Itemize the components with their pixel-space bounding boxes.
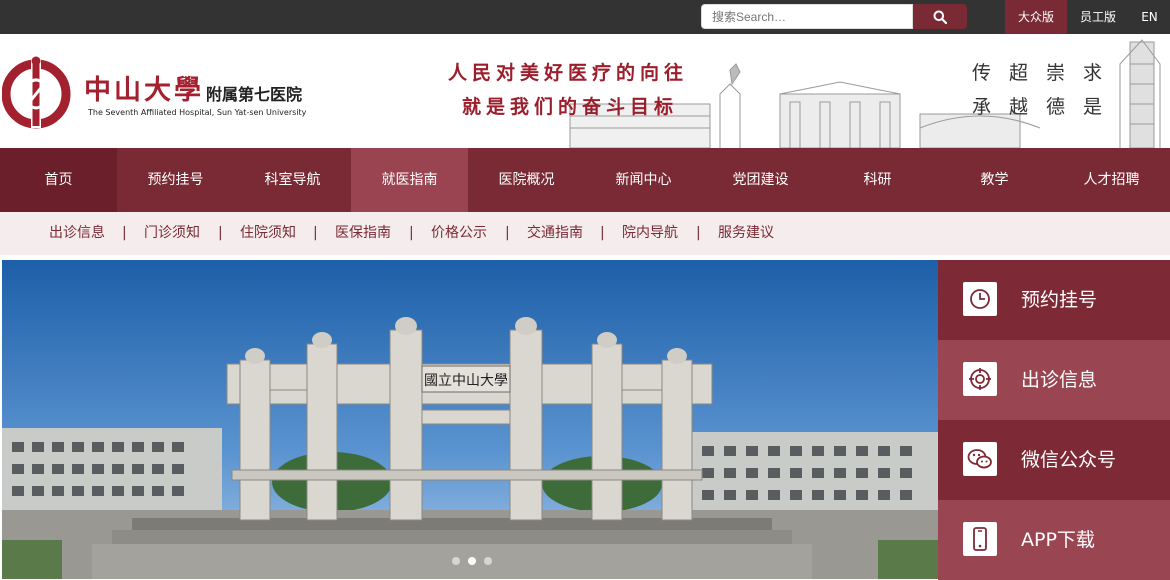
subnav-item-insurance[interactable]: 医保指南 — [335, 212, 391, 255]
campus-gate-photo: 國立中山大學 — [2, 260, 938, 579]
version-public-tab[interactable]: 大众版 — [1005, 0, 1067, 34]
subnav-item-pricing[interactable]: 价格公示 — [431, 212, 487, 255]
quick-link-appointment[interactable]: 预约挂号 — [938, 260, 1170, 340]
wechat-icon — [963, 442, 997, 476]
search-icon — [933, 10, 947, 24]
quick-link-schedule[interactable]: 出诊信息 — [938, 340, 1170, 420]
subnav-item-outpatient-notice[interactable]: 门诊须知 — [144, 212, 200, 255]
campus-sketch-illustration — [569, 39, 1161, 148]
top-bar: 大众版 员工版 EN — [0, 0, 1170, 34]
quick-link-label: APP下载 — [1021, 529, 1095, 551]
search-input[interactable] — [701, 4, 913, 29]
clock-icon — [963, 282, 997, 316]
subnav-item-inpatient-notice[interactable]: 住院须知 — [240, 212, 296, 255]
nav-item-departments[interactable]: 科室导航 — [234, 148, 351, 212]
subnav-separator: | — [696, 225, 701, 241]
nav-item-appointment[interactable]: 预约挂号 — [117, 148, 234, 212]
nav-item-teaching[interactable]: 教学 — [936, 148, 1053, 212]
nav-item-party[interactable]: 党团建设 — [702, 148, 819, 212]
motto-line-1: 传超崇求 — [972, 62, 1121, 84]
carousel-dot[interactable] — [484, 557, 492, 565]
search-button[interactable] — [913, 4, 967, 29]
nav-item-home[interactable]: 首页 — [0, 148, 117, 212]
carousel-dots — [452, 557, 492, 565]
subnav-separator: | — [122, 225, 127, 241]
site-header: 中山大學 附属第七医院 The Seventh Affiliated Hospi… — [0, 34, 1170, 148]
slogan-line-2: 就是我们的奋斗目标 — [462, 96, 679, 118]
subnav-separator: | — [600, 225, 605, 241]
subnav-separator: | — [409, 225, 414, 241]
subnav-item-feedback[interactable]: 服务建议 — [718, 212, 774, 255]
subnav-item-schedule[interactable]: 出诊信息 — [49, 212, 105, 255]
quick-link-label: 出诊信息 — [1021, 369, 1098, 391]
nav-item-careers[interactable]: 人才招聘 — [1053, 148, 1170, 212]
subnav-item-transport[interactable]: 交通指南 — [527, 212, 583, 255]
nav-item-visit-guide[interactable]: 就医指南 — [351, 148, 468, 212]
slogan-line-1: 人民对美好医疗的向往 — [448, 62, 689, 84]
sub-nav: 出诊信息 | 门诊须知 | 住院须知 | 医保指南 | 价格公示 | 交通指南 … — [0, 212, 1170, 255]
subnav-separator: | — [505, 225, 510, 241]
subnav-separator: | — [313, 225, 318, 241]
hospital-logo-icon[interactable] — [2, 54, 72, 130]
quick-link-app-download[interactable]: APP下载 — [938, 500, 1170, 580]
phone-icon — [963, 522, 997, 556]
banner-carousel[interactable]: 國立中山大學 — [2, 260, 938, 579]
subnav-separator: | — [218, 225, 223, 241]
version-staff-tab[interactable]: 员工版 — [1067, 0, 1129, 34]
main-nav: 首页 预约挂号 科室导航 就医指南 医院概况 新闻中心 党团建设 科研 教学 人… — [0, 148, 1170, 212]
hospital-english-name: The Seventh Affiliated Hospital, Sun Yat… — [88, 108, 307, 117]
motto-line-2: 承越德是 — [972, 96, 1121, 118]
hospital-name: 附属第七医院 — [206, 85, 303, 104]
carousel-dot[interactable] — [452, 557, 460, 565]
university-name: 中山大學 — [84, 75, 204, 106]
arch-plaque-text: 國立中山大學 — [424, 373, 508, 389]
carousel-dot-active[interactable] — [468, 557, 476, 565]
nav-item-research[interactable]: 科研 — [819, 148, 936, 212]
nav-item-news[interactable]: 新闻中心 — [585, 148, 702, 212]
nav-item-about[interactable]: 医院概况 — [468, 148, 585, 212]
quick-link-label: 预约挂号 — [1021, 289, 1098, 311]
target-icon — [963, 362, 997, 396]
quick-link-label: 微信公众号 — [1021, 449, 1117, 471]
quick-link-wechat[interactable]: 微信公众号 — [938, 420, 1170, 500]
subnav-item-indoor-map[interactable]: 院内导航 — [622, 212, 678, 255]
version-english-tab[interactable]: EN — [1129, 0, 1170, 34]
